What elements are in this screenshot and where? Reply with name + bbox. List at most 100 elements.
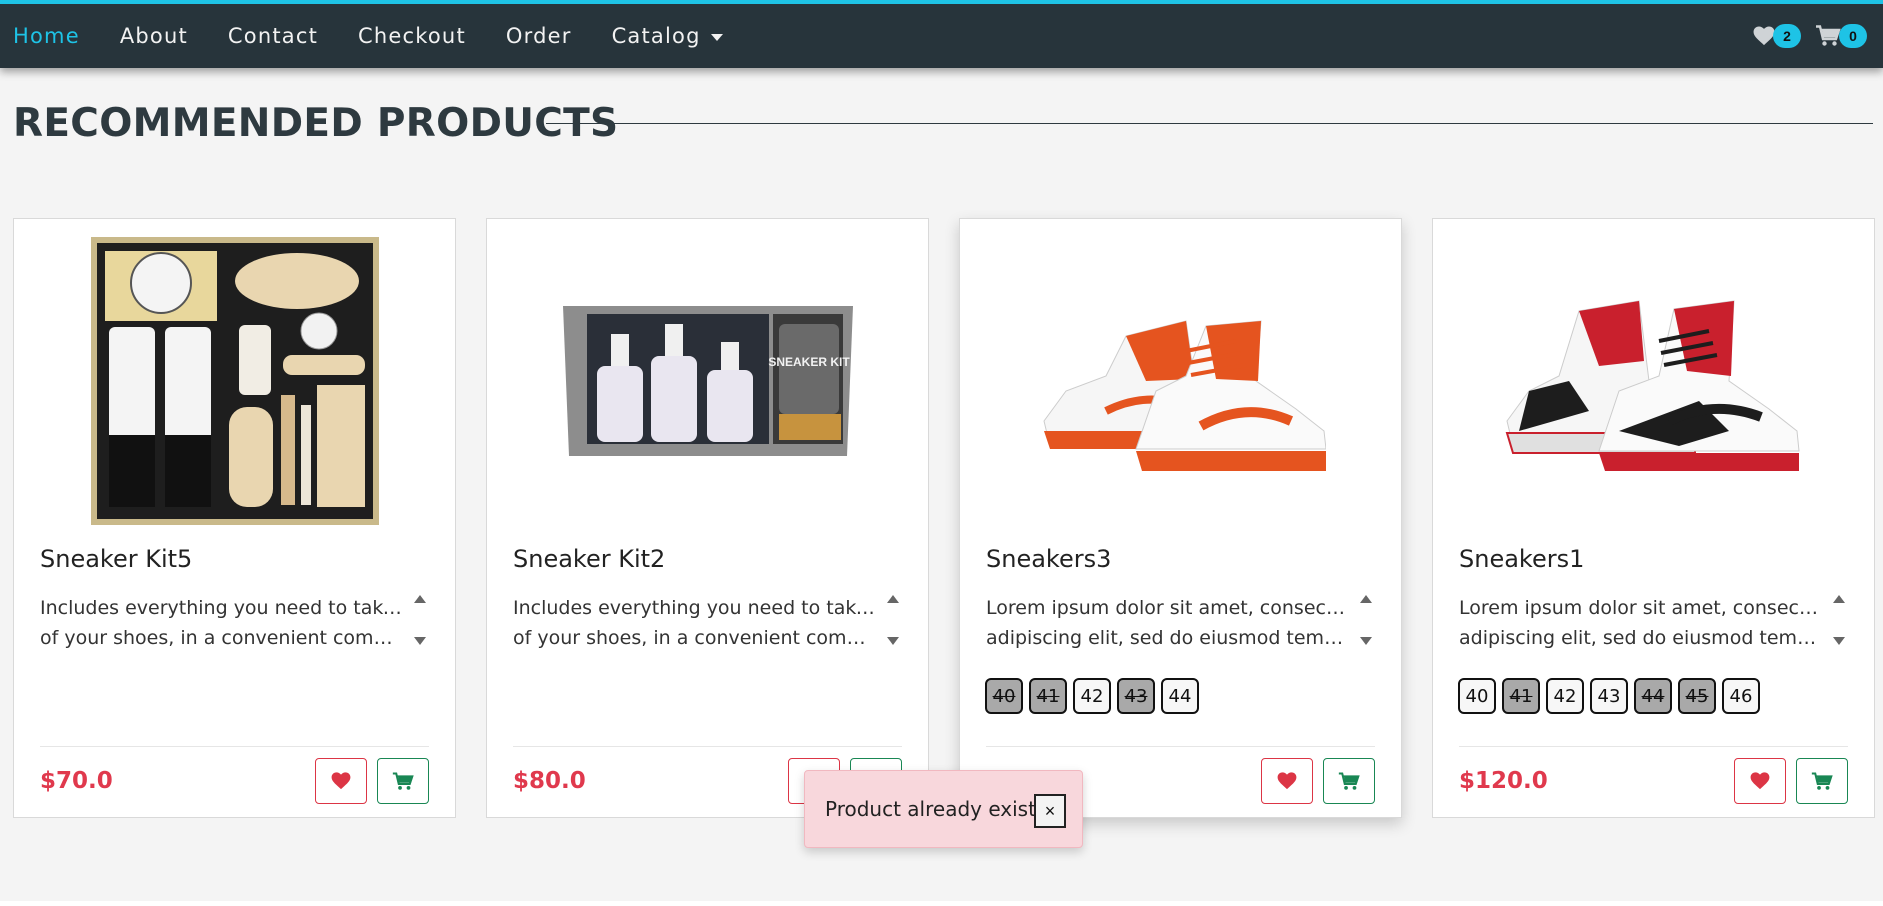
description-scroller[interactable] (1830, 595, 1848, 645)
product-card: SNEAKER KIT Sneaker Kit2 Includes everyt… (486, 218, 929, 818)
cart-icon (1816, 25, 1841, 46)
nav-order-label: Order (505, 24, 572, 48)
kit-box-label: SNEAKER KIT (768, 355, 850, 369)
product-description: Lorem ipsum dolor sit amet, consectetur … (1459, 593, 1821, 653)
description-line: Lorem ipsum dolor sit amet, consectetur (986, 597, 1348, 619)
nav-order[interactable]: Order (506, 24, 572, 48)
card-divider (513, 746, 902, 747)
nav-contact-label: Contact (227, 24, 319, 48)
description-scroller[interactable] (1357, 595, 1375, 645)
scroll-down-arrow-icon[interactable] (1833, 637, 1845, 645)
nav-home-label: Home (13, 24, 80, 48)
product-image[interactable]: SNEAKER KIT (487, 231, 928, 531)
size-option[interactable]: 43 (1117, 678, 1155, 714)
description-line: adipiscing elit, sed do eiusmod tempor… (1459, 627, 1821, 649)
nav-checkout[interactable]: Checkout (358, 24, 466, 48)
scroll-up-arrow-icon[interactable] (1833, 595, 1845, 603)
description-line: Includes everything you need to take car… (513, 597, 875, 619)
size-option[interactable]: 40 (985, 678, 1023, 714)
product-image[interactable] (14, 231, 455, 531)
size-option[interactable]: 43 (1590, 678, 1628, 714)
scroll-up-arrow-icon[interactable] (1360, 595, 1372, 603)
cart-link[interactable]: 0 (1815, 24, 1867, 48)
description-line: of your shoes, in a convenient compact… (40, 627, 402, 649)
nav-checkout-label: Checkout (358, 24, 466, 48)
card-divider (986, 746, 1375, 747)
add-to-wishlist-button[interactable] (1261, 758, 1313, 804)
product-title: Sneakers3 (986, 545, 1112, 573)
product-title: Sneakers1 (1459, 545, 1585, 573)
wishlist-count-badge: 2 (1773, 24, 1801, 48)
scroll-down-arrow-icon[interactable] (414, 637, 426, 645)
error-toast: Product already exists! × (804, 770, 1083, 848)
scroll-down-arrow-icon[interactable] (887, 637, 899, 645)
card-divider (1459, 746, 1848, 747)
add-to-cart-button[interactable] (377, 758, 429, 804)
size-option[interactable]: 41 (1029, 678, 1067, 714)
toast-close-button[interactable]: × (1034, 794, 1066, 828)
nav-contact[interactable]: Contact (228, 24, 318, 48)
product-title: Sneaker Kit2 (513, 545, 666, 573)
product-card: Sneaker Kit5 Includes everything you nee… (13, 218, 456, 818)
caret-down-icon (710, 33, 723, 41)
size-option[interactable]: 46 (1722, 678, 1760, 714)
scroll-down-arrow-icon[interactable] (1360, 637, 1372, 645)
description-scroller[interactable] (411, 595, 429, 645)
add-to-wishlist-button[interactable] (1734, 758, 1786, 804)
wishlist-link[interactable]: 2 (1753, 24, 1801, 48)
product-card: Sneakers1 Lorem ipsum dolor sit amet, co… (1432, 218, 1875, 818)
product-price: $80.0 (513, 768, 586, 794)
card-divider (40, 746, 429, 747)
size-option[interactable]: 45 (1678, 678, 1716, 714)
product-price: $70.0 (40, 768, 113, 794)
description-line: Includes everything you need to take car… (40, 597, 402, 619)
product-description: Lorem ipsum dolor sit amet, consectetur … (986, 593, 1348, 653)
size-options: 40 41 42 43 44 (985, 678, 1205, 714)
nav-about[interactable]: About (120, 24, 188, 48)
size-option[interactable]: 41 (1502, 678, 1540, 714)
product-description: Includes everything you need to take car… (40, 593, 402, 653)
heart-icon (1753, 26, 1775, 46)
toast-message: Product already exists! (825, 797, 1055, 821)
add-to-cart-button[interactable] (1323, 758, 1375, 804)
nav-catalog-label: Catalog (611, 24, 701, 48)
cart-count-badge: 0 (1839, 24, 1867, 48)
size-option[interactable]: 40 (1458, 678, 1496, 714)
add-to-wishlist-button[interactable] (315, 758, 367, 804)
product-price: $120.0 (1459, 768, 1548, 794)
size-option[interactable]: 44 (1161, 678, 1199, 714)
size-option[interactable]: 42 (1073, 678, 1111, 714)
timberland-sneaker-kit-image: SNEAKER KIT (562, 306, 853, 456)
heart-icon (331, 772, 351, 790)
product-card: Sneakers3 Lorem ipsum dolor sit amet, co… (959, 218, 1402, 818)
size-option[interactable]: 44 (1634, 678, 1672, 714)
top-navbar: Home About Contact Checkout Order Catalo… (0, 0, 1883, 68)
nav-about-label: About (119, 24, 188, 48)
product-image[interactable] (960, 231, 1401, 531)
size-option[interactable]: 42 (1546, 678, 1584, 714)
scroll-up-arrow-icon[interactable] (414, 595, 426, 603)
size-options: 40 41 42 43 44 45 46 (1458, 678, 1766, 714)
scroll-up-arrow-icon[interactable] (887, 595, 899, 603)
product-image[interactable] (1433, 231, 1874, 531)
title-divider (546, 123, 1873, 124)
page-footer-edge (0, 901, 1883, 906)
cart-icon (1811, 771, 1833, 790)
nav-catalog-dropdown[interactable]: Catalog (612, 24, 723, 48)
nav-right: 2 0 (1739, 4, 1867, 68)
orange-white-dunk-sneakers-image (1042, 320, 1326, 471)
section-title: RECOMMENDED PRODUCTS (13, 101, 619, 146)
shoe-care-kit-box-image (90, 237, 379, 525)
description-scroller[interactable] (884, 595, 902, 645)
heart-icon (1750, 772, 1770, 790)
cart-icon (1338, 771, 1360, 790)
add-to-cart-button[interactable] (1796, 758, 1848, 804)
red-black-jordan-sneakers-image (1505, 300, 1800, 471)
heart-icon (1277, 772, 1297, 790)
nav-home[interactable]: Home (13, 24, 80, 48)
description-line: Lorem ipsum dolor sit amet, consectetur (1459, 597, 1821, 619)
product-title: Sneaker Kit5 (40, 545, 193, 573)
description-line: of your shoes, in a convenient compact… (513, 627, 875, 649)
nav-links: Home About Contact Checkout Order Catalo… (0, 4, 763, 68)
product-description: Includes everything you need to take car… (513, 593, 875, 653)
